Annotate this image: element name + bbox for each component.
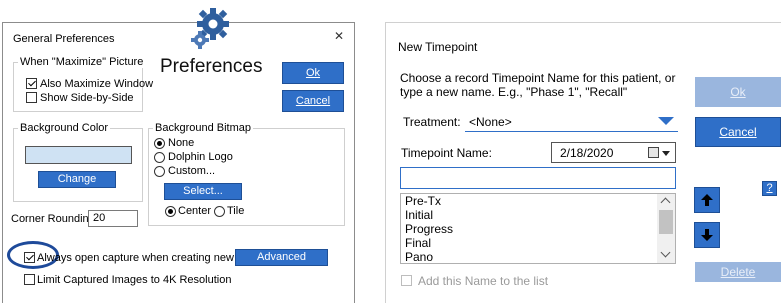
arrow-up-icon: [701, 194, 713, 206]
bitmap-custom-radio[interactable]: [154, 166, 165, 177]
timepoint-name-label: Timepoint Name:: [401, 146, 492, 160]
bitmap-custom-label[interactable]: Custom...: [168, 165, 215, 178]
tile-radio[interactable]: [214, 206, 225, 217]
scroll-thumb[interactable]: [659, 210, 673, 234]
list-item[interactable]: Initial: [405, 208, 433, 222]
maximize-group-legend: When "Maximize" Picture: [18, 56, 146, 68]
center-label[interactable]: Center: [178, 205, 211, 218]
list-item[interactable]: Final: [405, 236, 431, 250]
gear-icon: [186, 6, 236, 50]
always-open-capture-checkbox[interactable]: [24, 252, 35, 263]
corner-rounding-input[interactable]: 20: [88, 210, 138, 227]
preferences-banner: Preferences: [160, 56, 263, 77]
dialog-title: New Timepoint: [398, 40, 478, 54]
move-up-button[interactable]: [694, 187, 720, 213]
limit-4k-checkbox[interactable]: [24, 274, 35, 285]
list-item[interactable]: Pano: [405, 250, 433, 264]
tile-label[interactable]: Tile: [227, 205, 244, 218]
center-radio[interactable]: [165, 206, 176, 217]
also-maximize-label[interactable]: Also Maximize Window: [40, 78, 153, 91]
date-picker[interactable]: 2/18/2020: [551, 142, 676, 163]
scroll-down-icon[interactable]: [660, 247, 671, 258]
select-bitmap-button[interactable]: Select...: [164, 183, 242, 200]
list-item[interactable]: Progress: [405, 222, 453, 236]
calendar-icon[interactable]: [648, 147, 659, 158]
background-color-legend: Background Color: [18, 122, 111, 134]
help-button[interactable]: ?: [762, 181, 777, 196]
advanced-settings-button[interactable]: Advanced Settings...: [235, 249, 328, 278]
arrow-down-icon: [701, 229, 713, 241]
change-color-button[interactable]: Change Color...: [38, 171, 116, 200]
side-by-side-label[interactable]: Show Side-by-Side: [40, 92, 134, 105]
chevron-down-icon[interactable]: [662, 151, 670, 156]
corner-rounding-label: Corner Rounding:: [11, 213, 98, 225]
limit-4k-label[interactable]: Limit Captured Images to 4K Resolution: [37, 274, 231, 287]
add-to-list-checkbox[interactable]: [401, 275, 412, 286]
close-icon[interactable]: ✕: [334, 29, 344, 43]
timepoint-name-input[interactable]: [400, 167, 676, 189]
treatment-label: Treatment:: [403, 115, 461, 129]
bitmap-dolphin-radio[interactable]: [154, 152, 165, 163]
color-swatch: [25, 146, 132, 164]
chevron-down-icon: [658, 117, 674, 125]
instruction-line-2: type a new name. E.g., "Phase 1", "Recal…: [400, 85, 628, 99]
scroll-up-icon[interactable]: [660, 197, 671, 208]
treatment-dropdown[interactable]: <None>: [465, 113, 678, 132]
background-bitmap-legend: Background Bitmap: [153, 122, 253, 134]
list-item[interactable]: Pre-Tx: [405, 194, 441, 208]
cancel-button[interactable]: Cancel: [695, 117, 781, 147]
move-down-button[interactable]: [694, 222, 720, 248]
bitmap-none-radio[interactable]: [154, 138, 165, 149]
ok-button[interactable]: Ok: [695, 77, 781, 107]
delete-button[interactable]: Delete: [695, 262, 781, 282]
bitmap-none-label[interactable]: None: [168, 137, 194, 150]
dialog-title: General Preferences: [13, 33, 115, 45]
add-to-list-label[interactable]: Add this Name to the list: [418, 274, 548, 288]
scrollbar[interactable]: [657, 194, 675, 263]
bitmap-dolphin-label[interactable]: Dolphin Logo: [168, 151, 233, 164]
side-by-side-checkbox[interactable]: [26, 92, 37, 103]
ok-button[interactable]: Ok: [282, 62, 344, 84]
cancel-button[interactable]: Cancel: [282, 90, 344, 112]
instruction-line-1: Choose a record Timepoint Name for this …: [400, 71, 676, 85]
also-maximize-checkbox[interactable]: [26, 78, 37, 89]
timepoint-list[interactable]: Pre-Tx Initial Progress Final Pano: [400, 193, 676, 264]
